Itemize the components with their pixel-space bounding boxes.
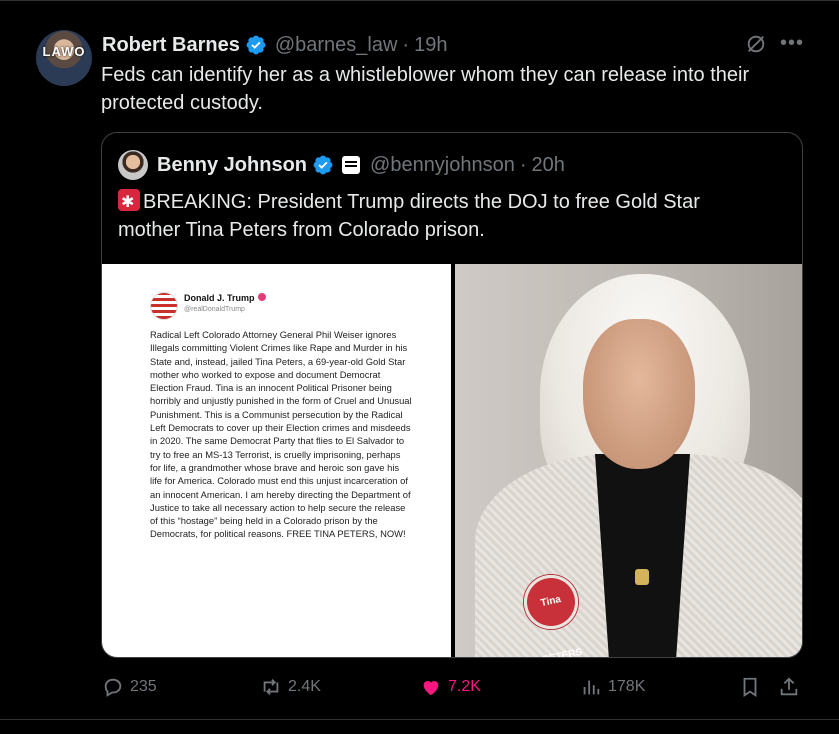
share-icon[interactable]: [778, 676, 800, 698]
reply-button[interactable]: 235: [102, 676, 157, 698]
like-button[interactable]: 7.2K: [420, 676, 481, 698]
embedded-post-author: Donald J. Trump: [184, 293, 266, 303]
views-icon: [583, 680, 600, 695]
siren-icon: [118, 189, 140, 217]
more-icon[interactable]: •••: [780, 32, 804, 55]
quoted-tweet-text: BREAKING: President Trump directs the DO…: [118, 188, 758, 244]
views-button[interactable]: 178K: [580, 676, 645, 698]
embedded-verified-icon: [257, 293, 266, 301]
quoted-tweet-time[interactable]: 20h: [532, 154, 565, 177]
separator-dot: ·: [402, 33, 410, 56]
repost-button[interactable]: 2.4K: [260, 676, 321, 698]
verified-badge-icon: [313, 155, 333, 175]
separator-dot: ·: [519, 153, 527, 176]
quoted-author-handle[interactable]: @bennyjohnson: [370, 154, 515, 177]
photo-necklace: [635, 569, 649, 585]
embedded-post-author-name: Donald J. Trump: [184, 293, 255, 303]
photo-shirt: [595, 454, 690, 657]
author-handle[interactable]: @barnes_law: [275, 34, 398, 57]
top-divider: [0, 0, 839, 1]
photo-face: [583, 319, 695, 469]
embedded-post-avatar: [150, 292, 178, 320]
repost-icon: [263, 679, 279, 695]
verified-badge-icon: [246, 35, 266, 55]
tweet-text: Feds can identify her as a whistleblower…: [101, 64, 750, 114]
avatar-logo-text: LAWO: [42, 44, 86, 59]
quoted-tweet[interactable]: Benny Johnson @bennyjohnson · 20h BREAKI…: [101, 132, 803, 658]
quoted-tweet-body: BREAKING: President Trump directs the DO…: [118, 191, 700, 241]
embedded-post-handle: @realDonaldTrump: [184, 306, 245, 313]
tweet-header: Robert Barnes @barnes_law · 19h: [102, 32, 447, 58]
quoted-author-avatar[interactable]: [118, 150, 148, 180]
tina-peters-photo-image[interactable]: Tina PETERS: [455, 264, 802, 657]
grok-icon[interactable]: [745, 33, 767, 55]
reply-count: 235: [130, 678, 157, 695]
like-icon: [423, 681, 439, 696]
repost-count: 2.4K: [288, 678, 321, 695]
bookmark-icon[interactable]: [739, 676, 761, 698]
bottom-divider: [0, 719, 839, 720]
quoted-author-name[interactable]: Benny Johnson: [157, 154, 307, 177]
reply-icon: [104, 678, 122, 697]
action-bar: 235 2.4K 7.2K 178K: [102, 676, 802, 702]
tweet-time[interactable]: 19h: [414, 34, 447, 57]
quoted-media[interactable]: Donald J. Trump @realDonaldTrump Radical…: [102, 264, 802, 657]
author-name[interactable]: Robert Barnes: [102, 34, 240, 57]
truth-social-screenshot-image[interactable]: Donald J. Trump @realDonaldTrump Radical…: [102, 264, 451, 657]
author-avatar[interactable]: LAWO: [36, 30, 92, 86]
views-count: 178K: [608, 678, 646, 695]
quoted-tweet-header: Benny Johnson @bennyjohnson · 20h: [157, 151, 565, 179]
embedded-post-body: Radical Left Colorado Attorney General P…: [150, 329, 412, 540]
like-count: 7.2K: [448, 678, 481, 695]
affiliation-badge-icon: [342, 156, 361, 174]
